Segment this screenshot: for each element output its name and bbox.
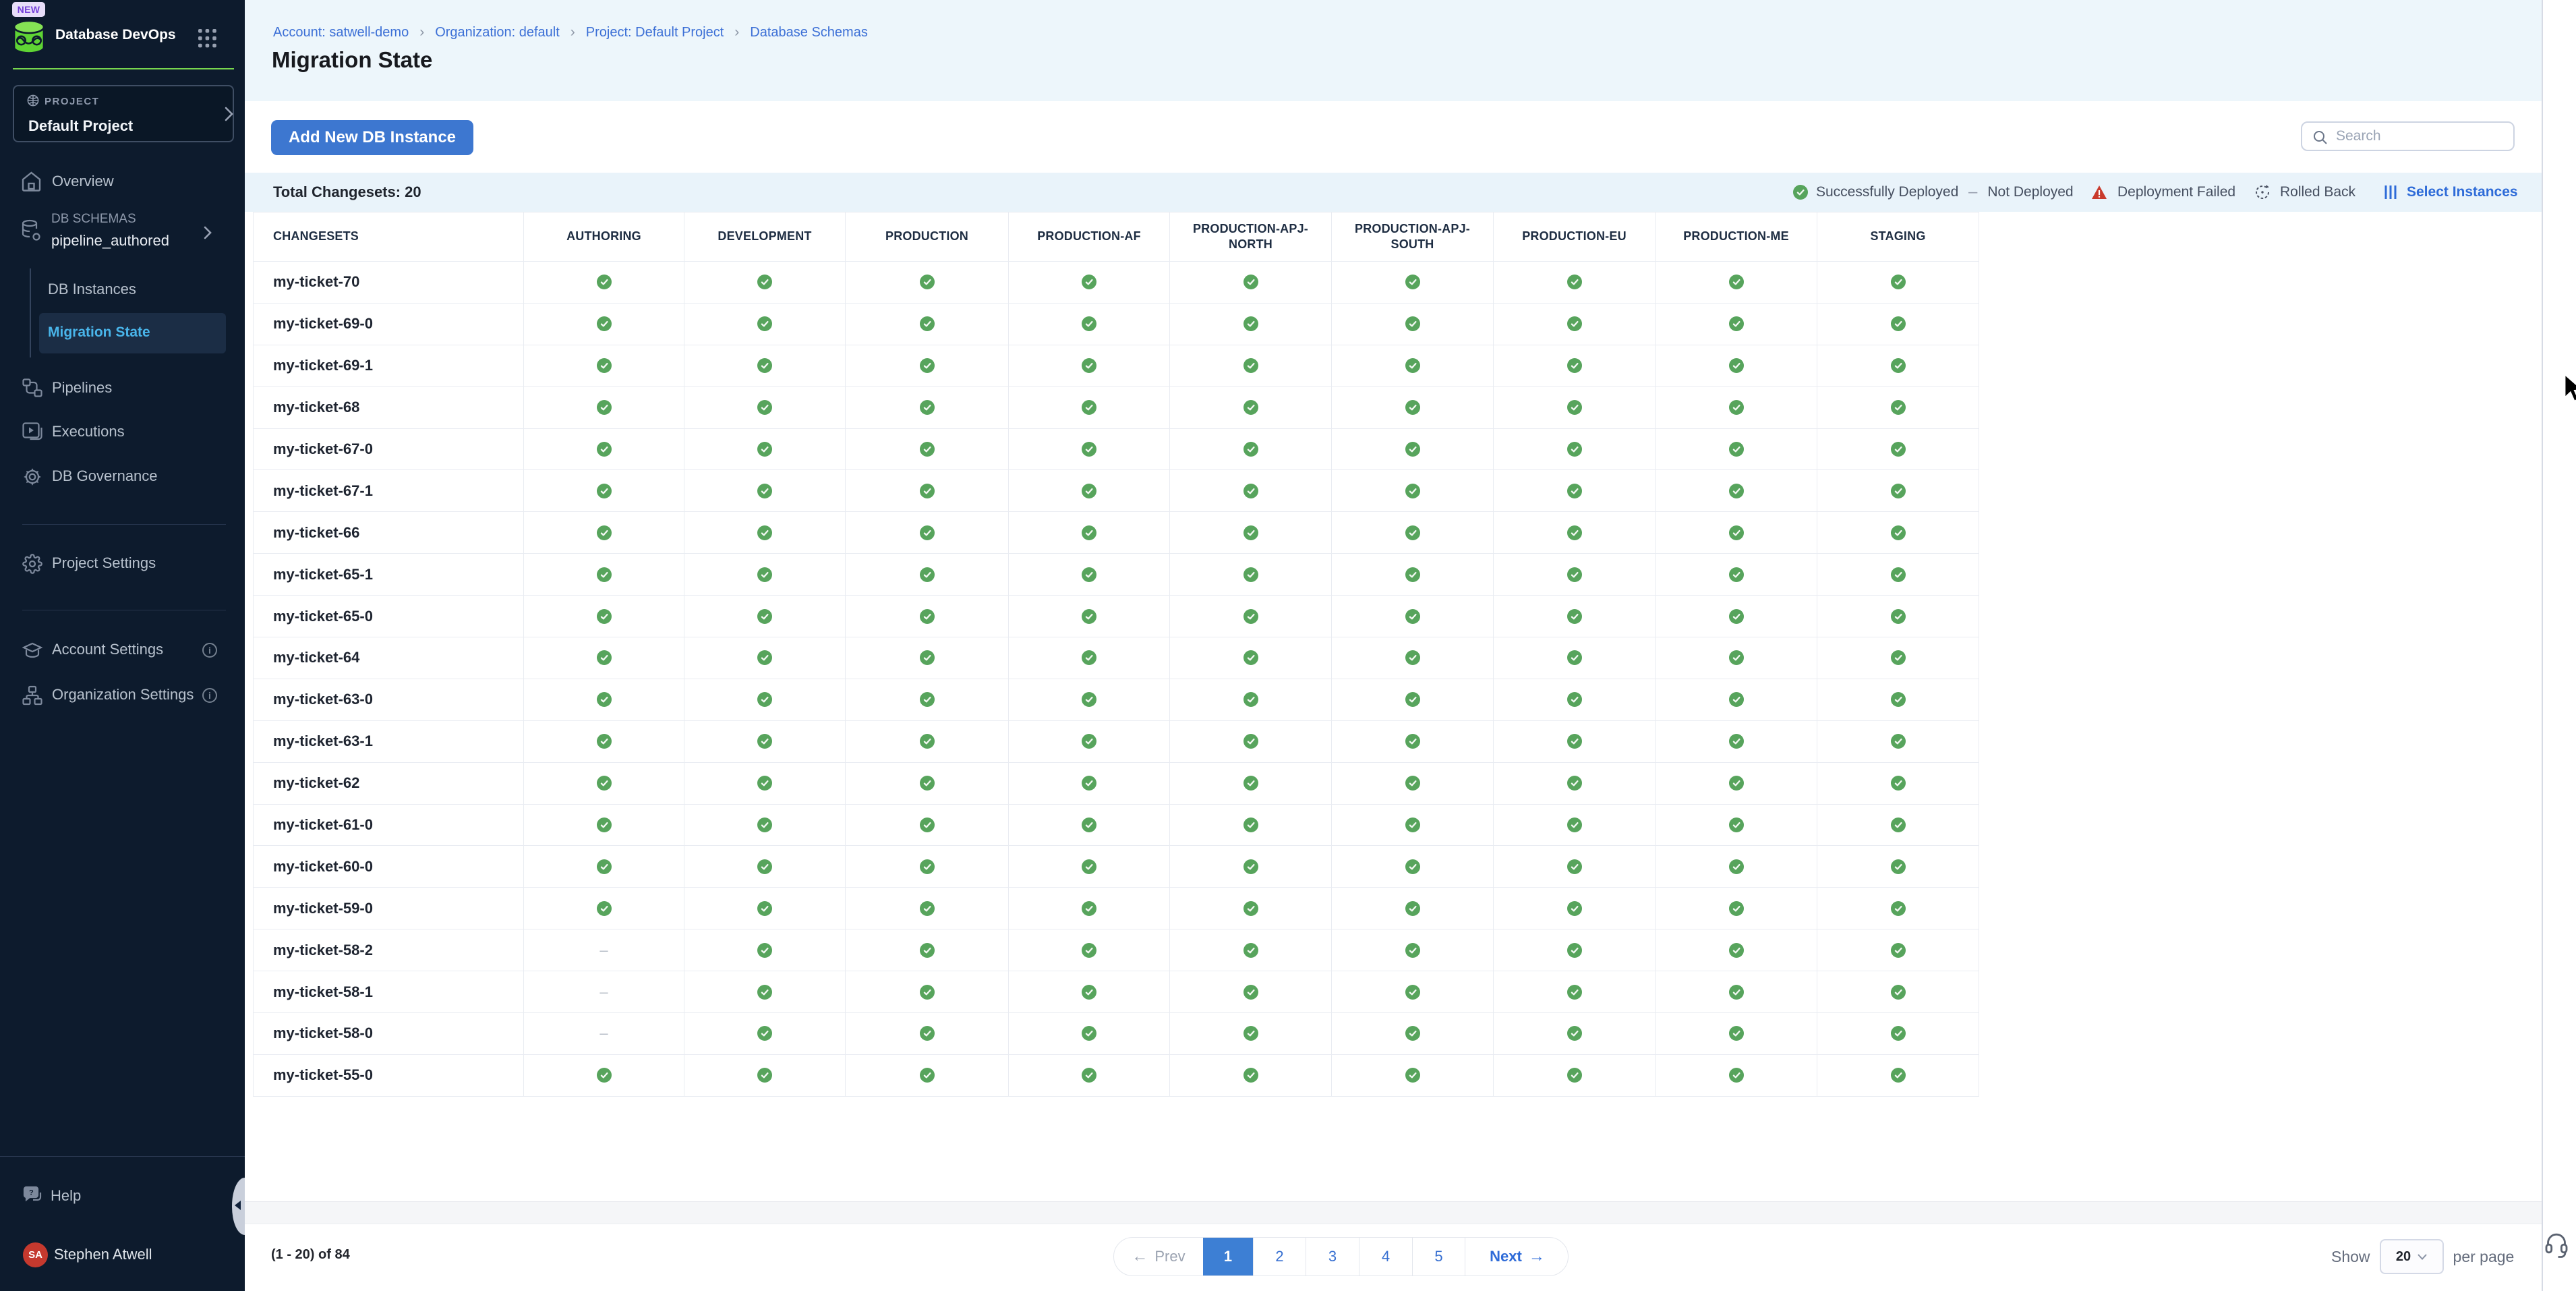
svg-text:?: ? [29, 1189, 34, 1197]
